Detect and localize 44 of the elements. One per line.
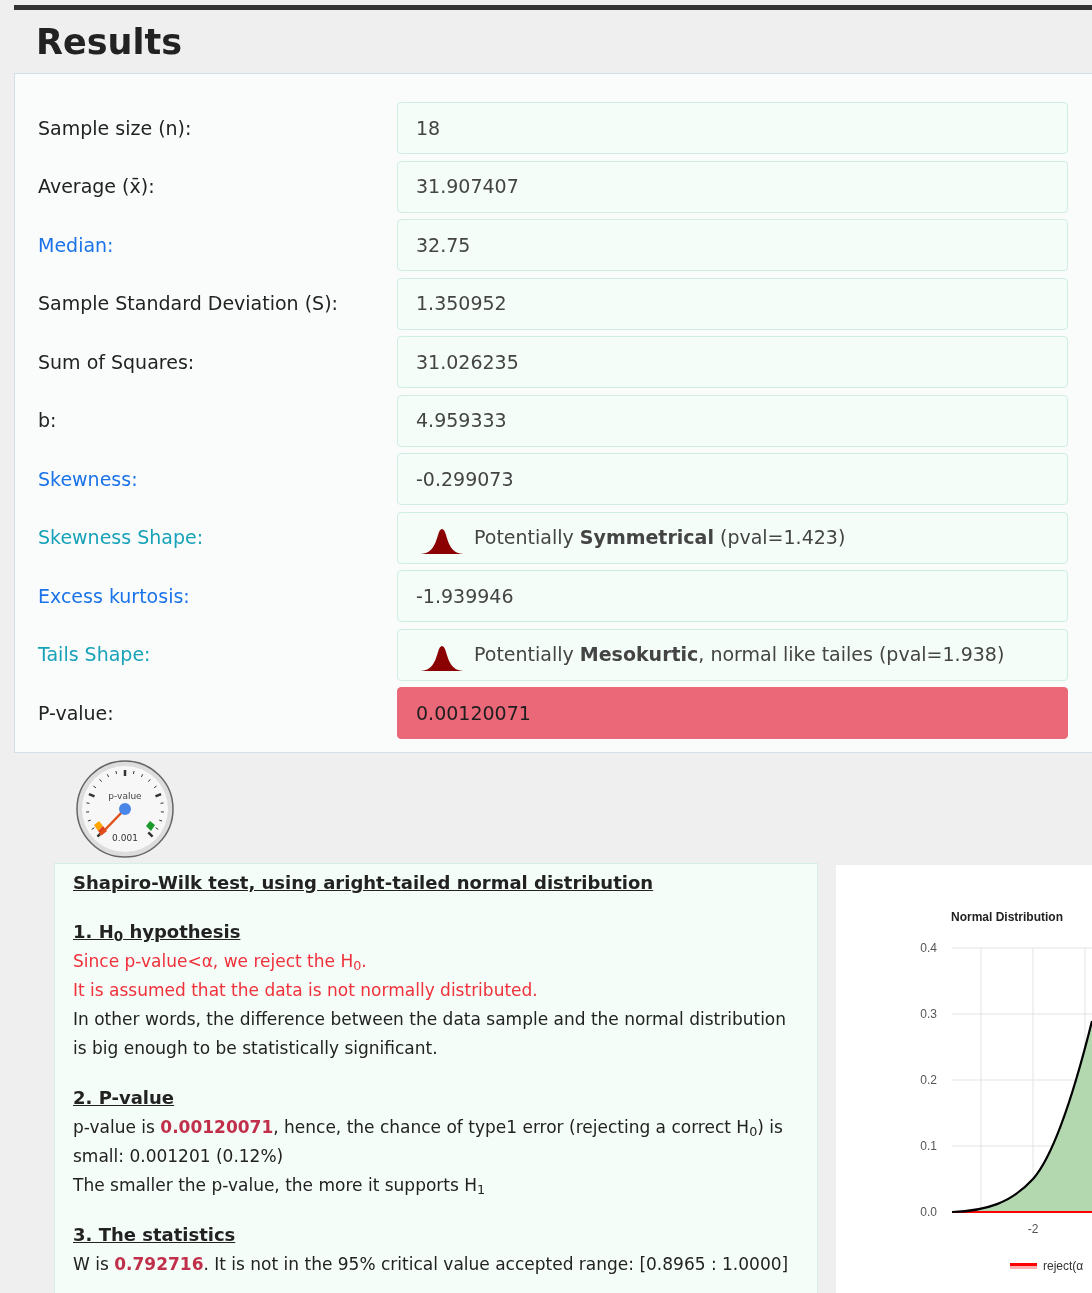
field-label: Sample size (n): (37, 115, 193, 141)
legend-swatch (1010, 1263, 1037, 1269)
field-link[interactable]: Median: (15, 230, 397, 260)
field-link[interactable]: Excess kurtosis: (15, 581, 397, 611)
explanation-text: W is 0.792716. It is not in the 95% critical value accepted range: [0.8965 : 1.0000] (73, 1253, 790, 1276)
section-heading: 3. The statistics (73, 1223, 236, 1247)
field-label: Average (x̄): (37, 174, 156, 200)
chart-title: Normal Distribution (951, 910, 1063, 924)
field-label: b: (37, 408, 58, 434)
axis-tick-label: 0.3 (920, 1007, 937, 1021)
value-text: 18 (416, 115, 441, 141)
explanation-text: p-value is 0.00120071, hence, the chance of type1 error (rejecting a correct H$_{0}$) is small: 0.001201 (0.12%) (73, 1116, 784, 1168)
axis-tick-label: 0.4 (920, 941, 937, 955)
axis-tick-label: -2 (1027, 1222, 1039, 1236)
value-text: -0.299073 (416, 466, 514, 492)
value-text: 4.959333 (416, 408, 507, 434)
explanation-text: The smaller the p-value, the more it supports H$_{1}$ (73, 1174, 487, 1200)
gauge-reading: 0.001 (112, 833, 138, 843)
conclusion-text: Since p-value<α, we reject the H$_{0}$. (73, 950, 368, 976)
value-text: 0.00120071 (416, 700, 531, 726)
explanation-text: In other words, the difference between the data sample and the normal distribution is big enough to be statistically significant. (73, 1008, 788, 1060)
value-text: -1.939946 (416, 583, 514, 609)
field-label: P-value: (37, 700, 115, 726)
field-link[interactable]: Tails Shape: (15, 640, 397, 669)
section-heading: 2. P-value (73, 1086, 175, 1110)
shape-text: Potentially Mesokurtic, normal like tailes (pval=1.938) (474, 642, 1005, 668)
axis-tick-label: 0.0 (920, 1205, 937, 1219)
axis-tick-label: 0.2 (920, 1073, 937, 1087)
section-heading: 1. H$_{0}$ hypothesis (73, 920, 241, 946)
value-text: 31.026235 (416, 349, 519, 375)
value-text: 31.907407 (416, 174, 519, 200)
field-label: Sum of Squares: (37, 349, 196, 375)
axis-tick-label: 0.1 (920, 1139, 937, 1153)
shape-text: Potentially Symmetrical (pval=1.423) (474, 525, 846, 551)
field-link[interactable]: Skewness: (15, 464, 397, 494)
field-link[interactable]: Skewness Shape: (15, 523, 397, 552)
value-text: 1.350952 (416, 291, 507, 317)
results-heading: Results (36, 20, 182, 63)
field-label: Sample Standard Deviation (S): (37, 291, 339, 317)
value-text: 32.75 (416, 232, 471, 258)
legend-label: reject(α (1043, 1259, 1084, 1273)
gauge-label: p-value (108, 791, 142, 801)
report-heading: Shapiro-Wilk test, using aright-tailed normal distribution (73, 871, 654, 895)
conclusion-text: It is assumed that the data is not normally distributed. (73, 979, 539, 1002)
